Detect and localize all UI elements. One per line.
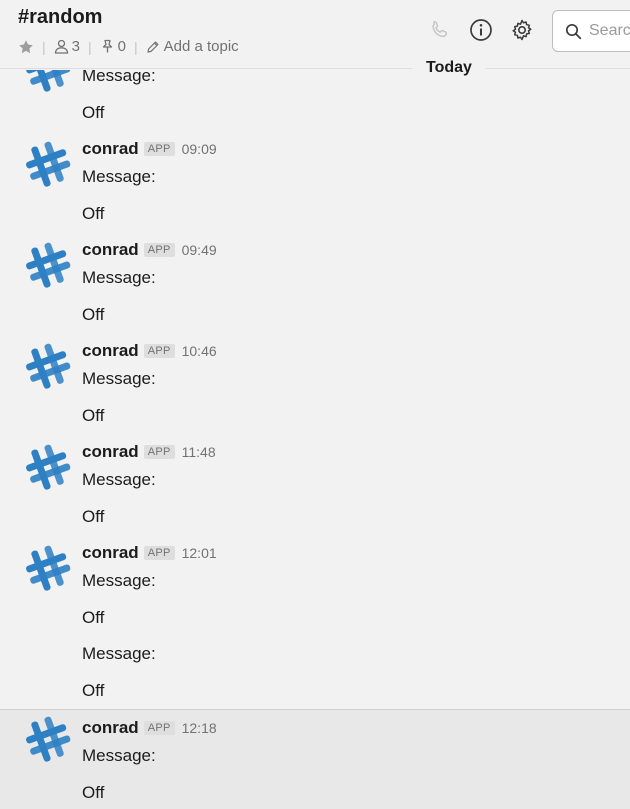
message-text: Message: <box>82 369 156 388</box>
message-author[interactable]: conrad <box>82 718 139 738</box>
message-text: Message: <box>82 167 156 186</box>
message-author[interactable]: conrad <box>82 139 139 159</box>
message: conrad APP 09:09 Message: Off <box>0 135 630 236</box>
info-icon[interactable] <box>467 16 495 44</box>
app-badge: APP <box>143 142 175 156</box>
app-badge: APP <box>143 243 175 257</box>
message: conrad APP 10:46 Message: Off <box>0 337 630 438</box>
person-icon <box>54 39 68 54</box>
message: conrad APP 11:48 Message: Off <box>0 438 630 539</box>
app-badge: APP <box>143 721 175 735</box>
message-timestamp[interactable]: 12:01 <box>182 545 217 561</box>
message-timestamp[interactable]: 09:09 <box>182 141 217 157</box>
message-text: Message: <box>82 470 156 489</box>
app-badge: APP <box>143 546 175 560</box>
avatar[interactable] <box>25 343 71 389</box>
channel-meta: | 3 | 0 | Add a topic <box>18 38 239 55</box>
channel-header: #random | 3 | 0 | Add a topic Searc <box>0 0 630 70</box>
pencil-icon <box>147 41 159 53</box>
message-author[interactable]: conrad <box>82 543 139 563</box>
add-topic-button[interactable]: Add a topic <box>146 38 239 55</box>
message-hovered: conrad APP 12:18 Message: Off <box>0 709 630 809</box>
gear-icon[interactable] <box>508 16 536 44</box>
avatar[interactable] <box>25 545 71 591</box>
search-placeholder: Search <box>589 22 630 39</box>
message-timestamp[interactable]: 12:18 <box>182 720 217 736</box>
message: conrad APP 09:49 Message: Off <box>0 236 630 337</box>
message-text: Message: <box>82 644 156 663</box>
day-divider-line <box>0 68 630 69</box>
pin-icon <box>102 39 112 53</box>
avatar[interactable] <box>25 242 71 288</box>
message-text: Message: <box>82 571 156 590</box>
search-icon <box>565 23 582 39</box>
search-input[interactable]: Search <box>552 10 630 52</box>
day-divider-label[interactable]: Today <box>412 59 486 77</box>
message-text: Off <box>82 204 105 223</box>
message-text: Off <box>82 681 105 700</box>
avatar[interactable] <box>25 444 71 490</box>
message-timestamp[interactable]: 10:46 <box>182 343 217 359</box>
message-text: Message: <box>82 268 156 287</box>
header-actions <box>426 16 549 44</box>
message-author[interactable]: conrad <box>82 341 139 361</box>
divider: | <box>42 38 46 55</box>
app-badge: APP <box>143 344 175 358</box>
message-author[interactable]: conrad <box>82 442 139 462</box>
channel-title[interactable]: #random <box>18 6 102 29</box>
divider: | <box>133 38 138 55</box>
app-badge: APP <box>143 445 175 459</box>
avatar[interactable] <box>25 716 71 762</box>
message: conrad APP 12:01 Message: Off Message: O… <box>0 539 630 709</box>
message-text: Message: <box>82 746 156 765</box>
message-text: Off <box>82 305 105 324</box>
pinned-count-label: 0 <box>117 38 126 55</box>
member-count-label: 3 <box>71 38 80 55</box>
message-timestamp[interactable]: 09:49 <box>182 242 217 258</box>
message-author[interactable]: conrad <box>82 240 139 260</box>
message-text: Off <box>82 783 105 802</box>
star-icon[interactable] <box>18 39 34 55</box>
message-text: Off <box>82 103 105 122</box>
message-text: Off <box>82 406 105 425</box>
phone-icon[interactable] <box>426 16 454 44</box>
message-list: Message: Off conrad APP 09:09 Message: O… <box>0 0 630 809</box>
message-text: Off <box>82 608 105 627</box>
avatar[interactable] <box>25 141 71 187</box>
add-topic-label: Add a topic <box>163 38 239 55</box>
message-timestamp[interactable]: 11:48 <box>182 444 216 460</box>
divider: | <box>87 38 92 55</box>
pinned-count[interactable]: 0 <box>100 38 126 55</box>
message-text: Off <box>82 507 105 526</box>
member-count[interactable]: 3 <box>54 38 80 55</box>
